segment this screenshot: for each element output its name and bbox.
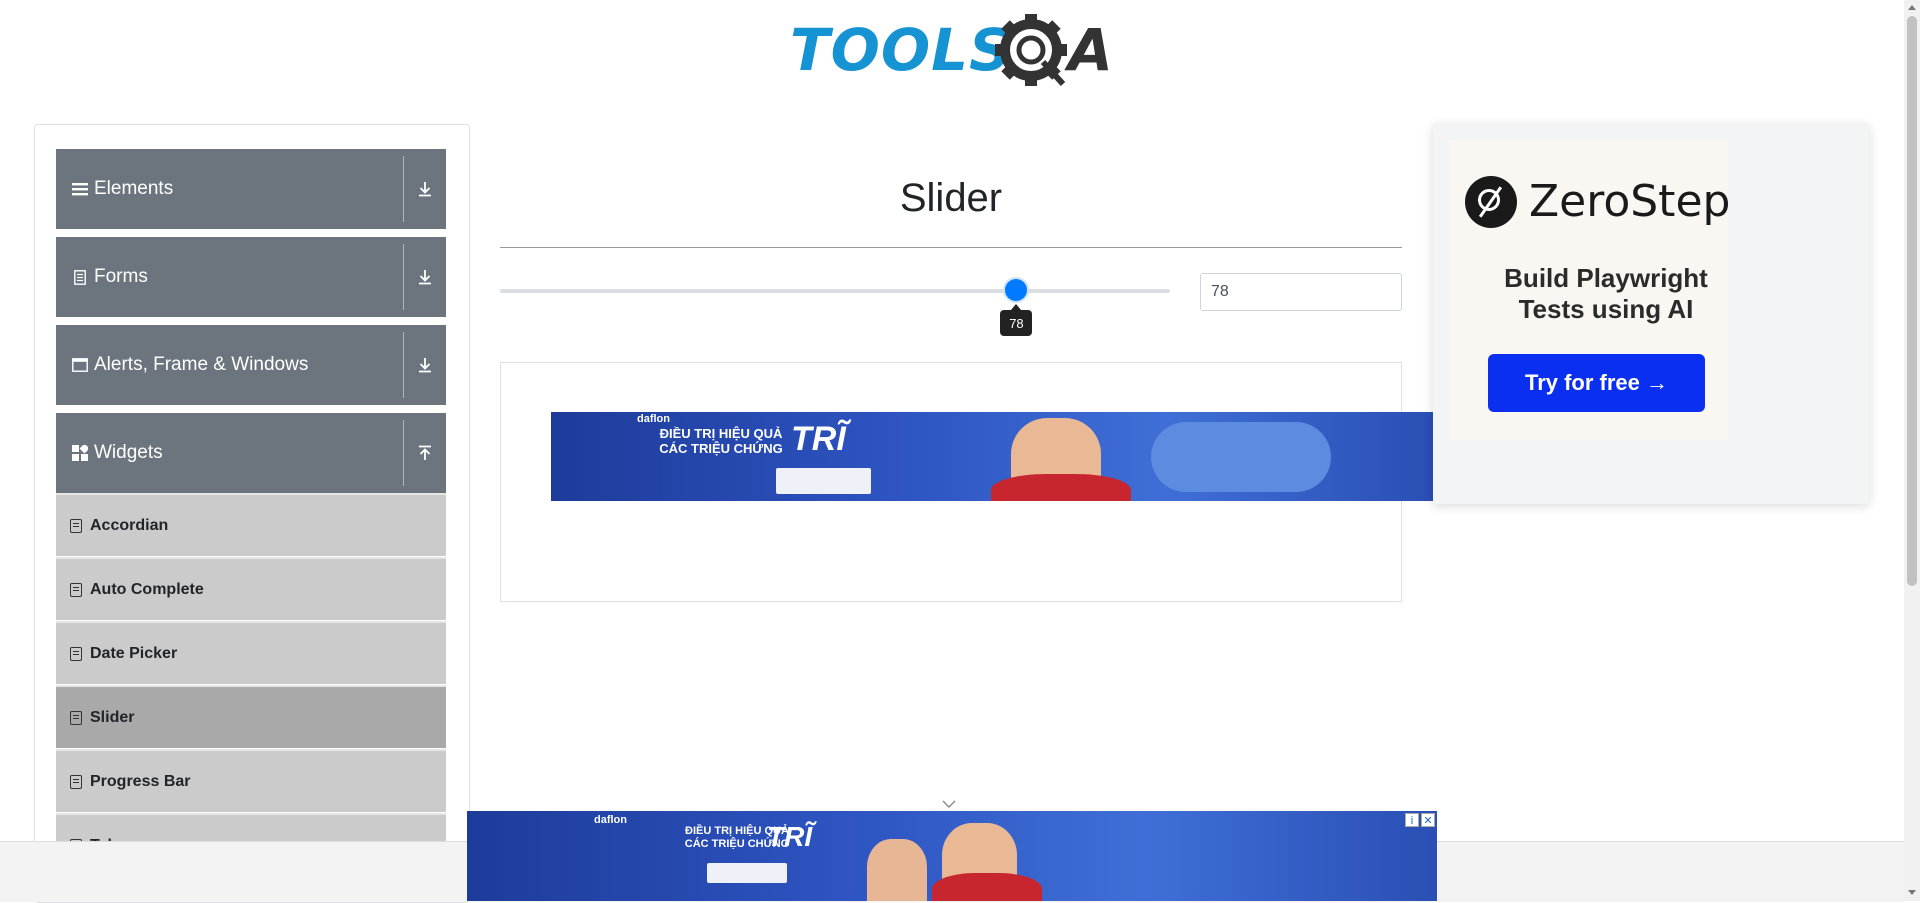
- window-icon: [72, 357, 88, 373]
- html-file-icon: [70, 582, 82, 597]
- slider-value-field[interactable]: [1200, 273, 1402, 311]
- ad-brand: daflon: [594, 814, 627, 826]
- sidebar-item-accordian[interactable]: Accordian: [56, 493, 446, 556]
- close-icon[interactable]: ✕: [1421, 813, 1435, 827]
- steering-wheel-image: [1151, 422, 1331, 492]
- download-arrow-icon[interactable]: [404, 357, 446, 373]
- sidebar-item-slider[interactable]: Slider: [56, 685, 446, 748]
- chevron-down-icon[interactable]: [942, 795, 956, 811]
- product-box-image: [776, 468, 871, 494]
- ad-big-text: TRĨ: [791, 420, 846, 458]
- group-elements[interactable]: Elements: [56, 149, 446, 229]
- title-divider: [500, 247, 1402, 248]
- group-forms[interactable]: Forms: [56, 237, 446, 317]
- zerostep-ad[interactable]: ZeroStep Build Playwright Tests using AI…: [1433, 124, 1869, 504]
- sidebar-item-auto-complete[interactable]: Auto Complete: [56, 557, 446, 620]
- scroll-up-arrow-icon[interactable]: [1908, 5, 1916, 10]
- ad-headline: ĐIỀU TRỊ HIỆU QUẢ CÁC TRIỆU CHỨNG: [659, 426, 783, 456]
- person-image: [867, 839, 927, 901]
- person-shirt-image: [991, 474, 1131, 501]
- scroll-down-arrow-icon[interactable]: [1908, 890, 1916, 895]
- document-icon: [72, 269, 88, 285]
- scrollbar-thumb[interactable]: [1907, 16, 1917, 586]
- group-widgets[interactable]: Widgets: [56, 413, 446, 493]
- html-file-icon: [70, 710, 82, 725]
- sidebar-item-date-picker[interactable]: Date Picker: [56, 621, 446, 684]
- html-file-icon: [70, 646, 82, 661]
- sidebar-item-label: Accordian: [90, 516, 169, 534]
- ad-tagline: Build Playwright Tests using AI: [1504, 263, 1708, 324]
- group-label: Widgets: [94, 442, 163, 463]
- sidebar-item-label: Auto Complete: [90, 580, 204, 598]
- upload-arrow-icon[interactable]: [404, 445, 446, 461]
- sidebar-item-label: Slider: [90, 708, 135, 726]
- html-file-icon: [70, 774, 82, 789]
- slider-track[interactable]: [500, 289, 1170, 293]
- slider-value-tooltip: 78: [1000, 304, 1033, 336]
- ad-brand: daflon: [637, 413, 670, 425]
- ad-big-text: TRĨ: [767, 821, 813, 852]
- page-title: Slider: [899, 176, 1003, 220]
- product-box-image: [707, 863, 787, 883]
- zerostep-logo-icon: [1465, 176, 1517, 228]
- sidebar-item-label: Progress Bar: [90, 772, 191, 790]
- ad-brand-name: ZeroStep: [1529, 176, 1731, 227]
- sidebar-item-label: Date Picker: [90, 644, 178, 662]
- group-label: Alerts, Frame & Windows: [94, 354, 309, 375]
- vertical-scrollbar[interactable]: [1904, 0, 1920, 901]
- group-label: Elements: [94, 178, 174, 199]
- range-slider[interactable]: 78: [500, 272, 1170, 336]
- widgets-icon: [72, 445, 88, 461]
- left-panel: Elements Forms Alerts, Frame & Windows W…: [34, 124, 470, 903]
- bottom-banner-ad[interactable]: daflon ĐIỀU TRỊ HIỆU QUẢ CÁC TRIỆU CHỨNG…: [467, 811, 1437, 901]
- download-arrow-icon[interactable]: [404, 269, 446, 285]
- gear-magnifier-icon: [995, 14, 1067, 87]
- toolsqa-logo[interactable]: TOOLS A: [790, 14, 1120, 92]
- person-shirt-image: [932, 873, 1042, 901]
- ad-info-icon[interactable]: i: [1405, 813, 1419, 827]
- try-for-free-button[interactable]: Try for free →: [1488, 354, 1705, 412]
- logo-text: TOOLS: [790, 16, 1012, 84]
- banner-ad[interactable]: daflon ĐIỀU TRỊ HIỆU QUẢ CÁC TRIỆU CHỨNG…: [551, 412, 1433, 501]
- menu-bars-icon: [72, 181, 88, 197]
- sidebar-item-progress-bar[interactable]: Progress Bar: [56, 749, 446, 812]
- group-label: Forms: [94, 266, 148, 287]
- slider-thumb[interactable]: [1005, 279, 1028, 301]
- logo-suffix: A: [1068, 16, 1113, 84]
- html-file-icon: [70, 518, 82, 533]
- group-alerts-frame-windows[interactable]: Alerts, Frame & Windows: [56, 325, 446, 405]
- download-arrow-icon[interactable]: [404, 181, 446, 197]
